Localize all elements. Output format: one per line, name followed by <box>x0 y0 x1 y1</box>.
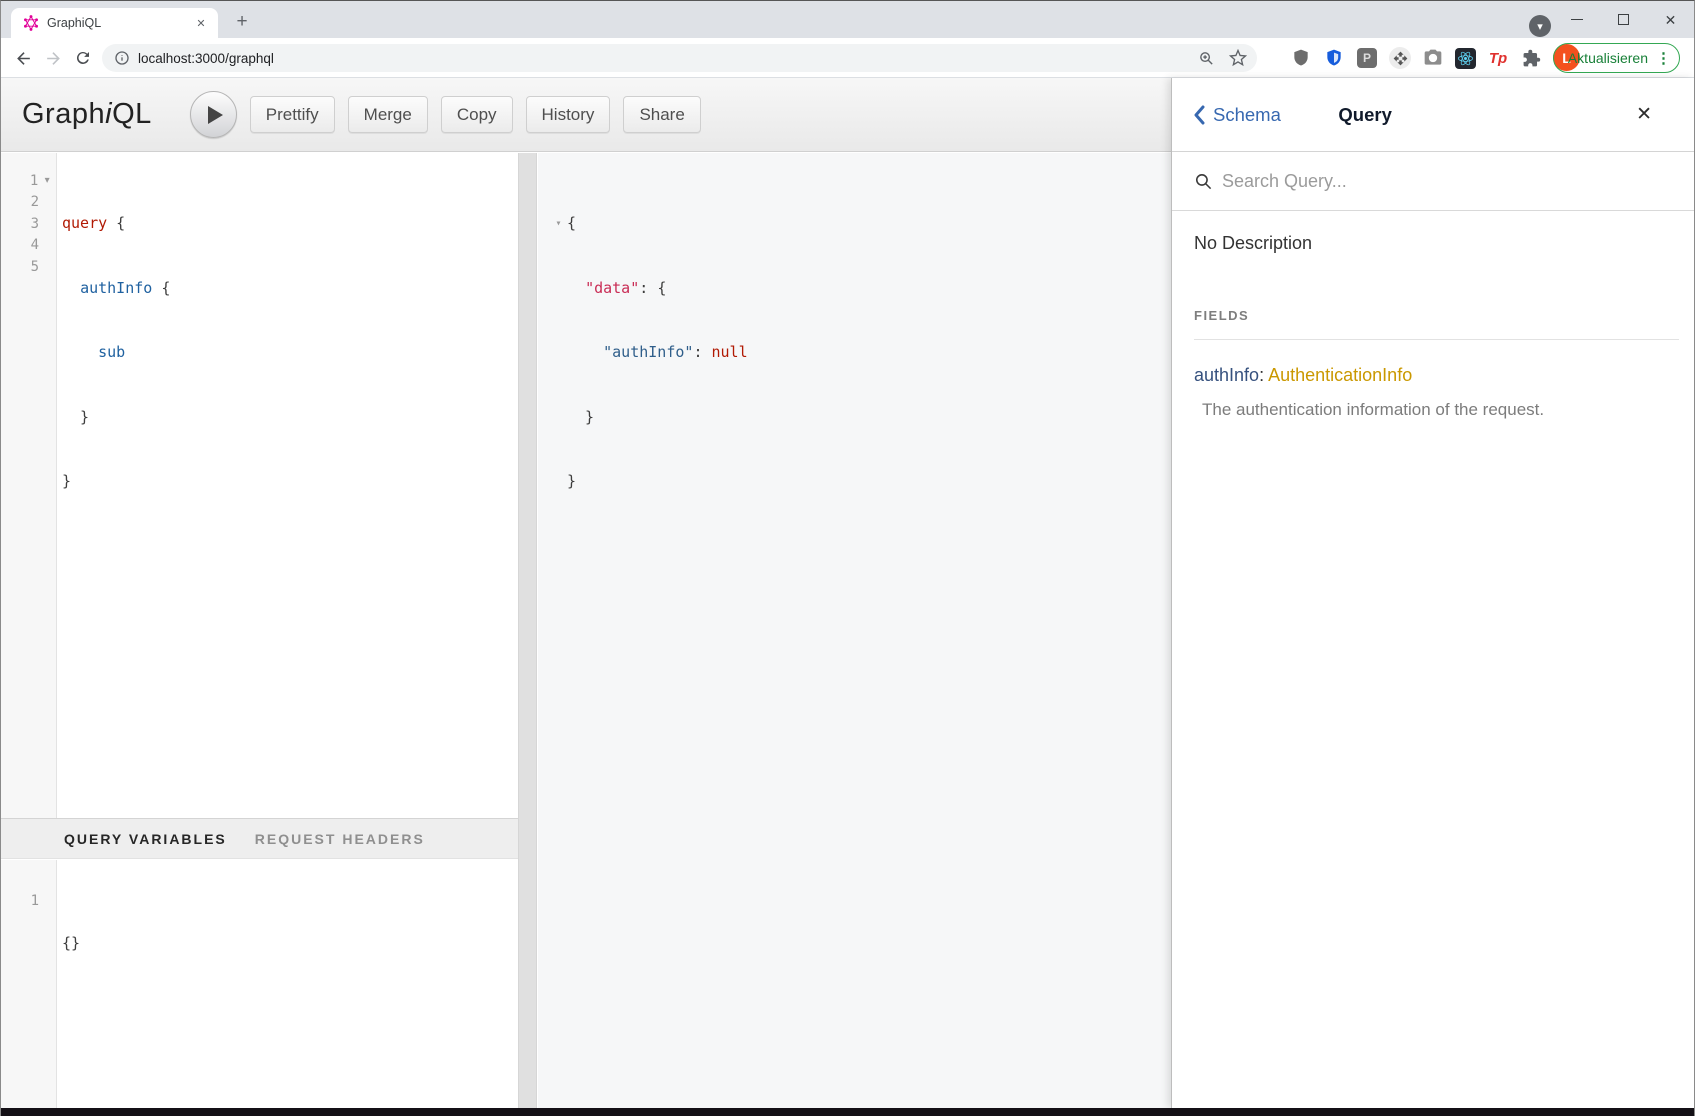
url-text[interactable]: localhost:3000/graphql <box>138 51 1198 66</box>
screenshot-extension-icon[interactable] <box>1422 47 1444 69</box>
variables-code[interactable]: {} <box>58 860 518 1108</box>
site-info-icon[interactable] <box>114 50 130 66</box>
browser-update-menu[interactable]: Aktualisieren ⋮ <box>1553 43 1680 73</box>
browser-navbar: localhost:3000/graphql P <box>1 38 1694 78</box>
close-button[interactable]: ✕ <box>1647 1 1694 38</box>
search-icon <box>1194 172 1213 191</box>
chevron-left-icon <box>1192 105 1206 125</box>
editor-column: 1▾ 2 3 4 5 query { authInfo { sub } } <box>1 153 518 1108</box>
share-button[interactable]: Share <box>623 96 700 133</box>
doc-explorer-header: Schema Query ✕ <box>1172 78 1694 152</box>
maximize-button[interactable] <box>1600 1 1647 38</box>
window-controls: ✕ <box>1553 1 1694 38</box>
doc-search-row <box>1172 152 1694 211</box>
line-number: 5 <box>1 259 39 275</box>
line-number: 1 <box>1 173 38 189</box>
tampermonkey-extension-icon[interactable]: Tp <box>1487 47 1509 69</box>
copy-button[interactable]: Copy <box>441 96 513 133</box>
bookmark-star-icon[interactable] <box>1229 49 1247 67</box>
fields-section-label: FIELDS <box>1194 308 1679 323</box>
graphql-favicon-icon <box>23 15 39 31</box>
doc-explorer-body: No Description FIELDS authInfo: Authenti… <box>1172 211 1694 420</box>
variables-editor-gutter: 1 <box>1 860 57 1108</box>
result-pane: ▾{ "data": { "authInfo": null } } <box>538 153 1171 1108</box>
line-number: 4 <box>1 237 39 253</box>
new-tab-button[interactable]: + <box>229 9 255 35</box>
reload-icon[interactable] <box>71 46 95 70</box>
graphiql-logo: GraphiQL <box>22 98 152 131</box>
zoom-icon[interactable] <box>1198 50 1215 67</box>
taskbar-edge <box>1 1108 1694 1116</box>
field-type-link[interactable]: AuthenticationInfo <box>1268 365 1412 385</box>
tab-request-headers[interactable]: REQUEST HEADERS <box>255 831 425 847</box>
doc-back-label: Schema <box>1213 104 1281 126</box>
tab-title: GraphiQL <box>47 16 192 30</box>
doc-close-icon[interactable]: ✕ <box>1636 103 1652 126</box>
prettify-button[interactable]: Prettify <box>250 96 335 133</box>
query-editor[interactable]: 1▾ 2 3 4 5 query { authInfo { sub } } <box>1 153 518 818</box>
move-extension-icon[interactable] <box>1389 47 1411 69</box>
download-status-icon[interactable]: ▾ <box>1529 15 1551 37</box>
doc-explorer: Schema Query ✕ No Description FIELDS aut… <box>1171 78 1694 1108</box>
minimize-button[interactable] <box>1553 1 1600 38</box>
ublock-extension-icon[interactable] <box>1290 47 1312 69</box>
address-bar[interactable]: localhost:3000/graphql <box>102 44 1257 72</box>
line-number: 2 <box>1 194 39 210</box>
kebab-menu-icon[interactable]: ⋮ <box>1656 51 1671 66</box>
bitwarden-extension-icon[interactable] <box>1323 47 1345 69</box>
browser-titlebar: GraphiQL ✕ + ▾ ✕ <box>1 1 1694 38</box>
secondary-editor-tabs: QUERY VARIABLES REQUEST HEADERS <box>1 818 518 859</box>
forward-icon[interactable] <box>41 46 65 70</box>
pane-resize-handle[interactable] <box>518 153 537 1108</box>
fold-arrow-icon[interactable]: ▾ <box>38 175 56 186</box>
merge-button[interactable]: Merge <box>348 96 428 133</box>
doc-explorer-title: Query <box>1338 104 1391 126</box>
query-editor-gutter: 1▾ 2 3 4 5 <box>1 153 57 818</box>
line-number: 3 <box>1 216 39 232</box>
history-button[interactable]: History <box>526 96 611 133</box>
tab-close-icon[interactable]: ✕ <box>192 14 210 32</box>
fields-divider <box>1194 339 1679 340</box>
react-devtools-extension-icon[interactable] <box>1455 48 1476 69</box>
line-number: 1 <box>1 893 39 909</box>
query-code[interactable]: query { authInfo { sub } } <box>58 153 518 818</box>
extensions-puzzle-icon[interactable] <box>1520 47 1542 69</box>
field-name-link[interactable]: authInfo <box>1194 365 1259 385</box>
graphiql-app: GraphiQL Prettify Merge Copy History Sha… <box>1 78 1694 1108</box>
back-icon[interactable] <box>11 46 35 70</box>
doc-back-link[interactable]: Schema <box>1192 104 1281 126</box>
extensions-row: P Tp <box>1290 46 1542 70</box>
variables-editor[interactable]: 1 {} <box>1 860 518 1108</box>
execute-query-button[interactable] <box>190 91 237 138</box>
browser-tab[interactable]: GraphiQL ✕ <box>11 8 218 38</box>
type-description: No Description <box>1194 233 1679 254</box>
tab-query-variables[interactable]: QUERY VARIABLES <box>64 831 227 847</box>
play-icon <box>208 106 223 124</box>
field-description: The authentication information of the re… <box>1194 400 1679 420</box>
update-label: Aktualisieren <box>1568 50 1648 66</box>
doc-search-input[interactable] <box>1222 171 1694 192</box>
browser-window: GraphiQL ✕ + ▾ ✕ localhost:3000/grap <box>0 0 1695 1116</box>
graphiql-toolbar: GraphiQL Prettify Merge Copy History Sha… <box>1 78 1171 152</box>
field-item: authInfo: AuthenticationInfo <box>1194 365 1679 386</box>
fold-arrow-icon[interactable]: ▾ <box>550 213 567 235</box>
p-extension-icon[interactable]: P <box>1356 47 1378 69</box>
